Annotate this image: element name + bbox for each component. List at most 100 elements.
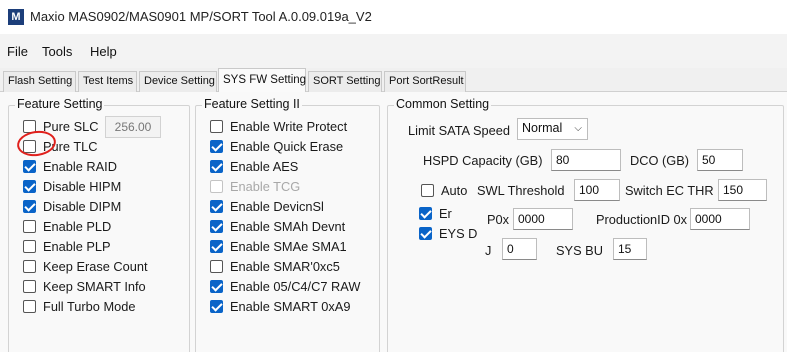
feature-setting-item-checkbox[interactable]	[23, 279, 36, 293]
feature-setting-item-checkbox[interactable]	[23, 239, 36, 253]
feature-setting-2-item-label: Enable SMAh Devnt	[230, 218, 346, 234]
pure-slc-value-field[interactable]: 256.00	[105, 116, 161, 138]
feature-setting-item-row[interactable]: Enable PLD	[23, 217, 111, 235]
limit-sata-speed-value: Normal	[522, 121, 563, 135]
app-logo-icon: M	[8, 9, 24, 25]
feature-setting-2-item-label: Enable SMAe SMA1	[230, 238, 347, 254]
dco-label: DCO (GB)	[630, 153, 690, 168]
feature-setting-item-label: Disable HIPM	[43, 178, 122, 194]
switch-ec-thr-label: Switch EC THR	[625, 183, 714, 198]
feature-setting-item-checkbox[interactable]	[23, 219, 36, 233]
feature-setting-2-item-label: Enable Write Protect	[230, 118, 348, 134]
feature-setting-2-item-checkbox[interactable]	[210, 139, 223, 153]
auto-label: Auto	[441, 182, 468, 198]
dco-field[interactable]: 50	[697, 149, 743, 171]
feature-setting-2-item-label: Enable 05/C4/C7 RAW	[230, 278, 361, 294]
feature-setting-item-label: Enable PLD	[43, 218, 112, 234]
feature-setting-2-item-label: Enable SMAR'0xc5	[230, 258, 340, 274]
eys-d-checkbox[interactable]	[419, 226, 432, 240]
auto-checkbox[interactable]	[421, 183, 434, 197]
feature-setting-item-label: Keep Erase Count	[43, 258, 148, 274]
feature-setting-2-item-checkbox[interactable]	[210, 279, 223, 293]
hspd-capacity-field[interactable]: 80	[551, 149, 621, 171]
swl-threshold-label: SWL Threshold	[477, 183, 565, 198]
menu-file[interactable]: File	[7, 44, 28, 59]
feature-setting-item-label: Enable RAID	[43, 158, 117, 174]
common-setting-title: Common Setting	[394, 97, 492, 111]
feature-setting-item-label: Keep SMART Info	[43, 278, 146, 294]
feature-setting-2-item-label: Enable TCG	[230, 178, 301, 194]
feature-setting-2-item-row[interactable]: Enable AES	[210, 157, 298, 175]
er-label: Er	[439, 205, 452, 221]
feature-setting-2-item-checkbox[interactable]	[210, 159, 223, 173]
feature-setting-2-item-checkbox	[210, 179, 223, 193]
feature-setting-2-item-label: Enable DevicnSl	[230, 198, 324, 214]
eys-d-label: EYS D	[439, 225, 478, 241]
feature-setting-item-label: Full Turbo Mode	[43, 298, 136, 314]
feature-setting-2-item-row[interactable]: Enable SMAh Devnt	[210, 217, 345, 235]
tab-strip: Flash Setting Test Items Device Setting …	[0, 68, 787, 93]
feature-setting-2-title: Feature Setting II	[202, 97, 302, 111]
feature-setting-item-row[interactable]: Enable PLP	[23, 237, 111, 255]
tab-device-setting[interactable]: Device Setting	[139, 71, 217, 92]
feature-setting-2-item-label: Enable AES	[230, 158, 299, 174]
feature-setting-2-item-row: Enable TCG	[210, 177, 300, 195]
limit-sata-speed-label: Limit SATA Speed	[408, 123, 510, 138]
er-checkbox-row[interactable]: Er	[419, 204, 452, 222]
feature-setting-2-item-checkbox[interactable]	[210, 299, 223, 313]
j-label: J	[485, 243, 492, 258]
chevron-down-icon: ⌵	[574, 123, 582, 134]
feature-setting-item-label: Disable DIPM	[43, 198, 122, 214]
eys-d-checkbox-row[interactable]: EYS D	[419, 224, 477, 242]
tab-sys-fw-setting[interactable]: SYS FW Setting	[218, 68, 306, 93]
feature-setting-item-checkbox[interactable]	[23, 259, 36, 273]
feature-setting-item-label: Pure SLC	[43, 118, 99, 134]
feature-setting-2-item-checkbox[interactable]	[210, 119, 223, 133]
tab-sort-setting[interactable]: SORT Setting	[308, 71, 382, 92]
feature-setting-item-checkbox[interactable]	[23, 299, 36, 313]
feature-setting-2-item-label: Enable SMART 0xA9	[230, 298, 351, 314]
feature-setting-item-checkbox[interactable]	[23, 179, 36, 193]
production-id-field[interactable]: 0000	[690, 208, 750, 230]
p0x-label: P0x	[487, 212, 510, 227]
feature-setting-2-item-row[interactable]: Enable SMART 0xA9	[210, 297, 350, 315]
title-bar: M Maxio MAS0902/MAS0901 MP/SORT Tool A.0…	[0, 0, 787, 34]
tab-port-sortresult[interactable]: Port SortResult	[384, 71, 466, 92]
feature-setting-item-label: Enable PLP	[43, 238, 111, 254]
feature-setting-2-item-row[interactable]: Enable Write Protect	[210, 117, 347, 135]
swl-threshold-field[interactable]: 100	[574, 179, 620, 201]
feature-setting-2-item-checkbox[interactable]	[210, 239, 223, 253]
feature-setting-2-item-row[interactable]: Enable 05/C4/C7 RAW	[210, 277, 360, 295]
feature-setting-2-item-checkbox[interactable]	[210, 199, 223, 213]
feature-setting-2-item-row[interactable]: Enable Quick Erase	[210, 137, 343, 155]
menu-bar: File Tools Help	[0, 34, 787, 68]
feature-setting-item-row[interactable]: Keep Erase Count	[23, 257, 148, 275]
feature-setting-item-checkbox[interactable]	[23, 199, 36, 213]
feature-setting-2-item-row[interactable]: Enable DevicnSl	[210, 197, 324, 215]
j-field[interactable]: 0	[502, 238, 537, 260]
tab-flash-setting[interactable]: Flash Setting	[3, 71, 76, 92]
p0x-field[interactable]: 0000	[513, 208, 573, 230]
feature-setting-2-item-checkbox[interactable]	[210, 219, 223, 233]
sys-bu-field[interactable]: 15	[613, 238, 647, 260]
feature-setting-item-row[interactable]: Enable RAID	[23, 157, 117, 175]
auto-checkbox-row[interactable]: Auto	[421, 181, 467, 199]
feature-setting-item-row[interactable]: Keep SMART Info	[23, 277, 146, 295]
tab-test-items[interactable]: Test Items	[78, 71, 137, 92]
feature-setting-item-row[interactable]: Disable HIPM	[23, 177, 121, 195]
feature-setting-item-row[interactable]: Full Turbo Mode	[23, 297, 135, 315]
feature-setting-item-checkbox[interactable]	[23, 159, 36, 173]
menu-tools[interactable]: Tools	[42, 44, 72, 59]
limit-sata-speed-select[interactable]: Normal ⌵	[517, 118, 588, 140]
feature-setting-title: Feature Setting	[15, 97, 105, 111]
feature-setting-2-item-checkbox[interactable]	[210, 259, 223, 273]
hspd-capacity-label: HSPD Capacity (GB)	[423, 153, 543, 168]
switch-ec-thr-field[interactable]: 150	[718, 179, 767, 201]
feature-setting-2-item-row[interactable]: Enable SMAe SMA1	[210, 237, 347, 255]
sys-bu-label: SYS BU	[556, 243, 603, 258]
feature-setting-item-row[interactable]: Disable DIPM	[23, 197, 121, 215]
feature-setting-2-item-row[interactable]: Enable SMAR'0xc5	[210, 257, 340, 275]
er-checkbox[interactable]	[419, 206, 432, 220]
menu-help[interactable]: Help	[90, 44, 117, 59]
production-id-label: ProductionID 0x	[596, 212, 688, 227]
